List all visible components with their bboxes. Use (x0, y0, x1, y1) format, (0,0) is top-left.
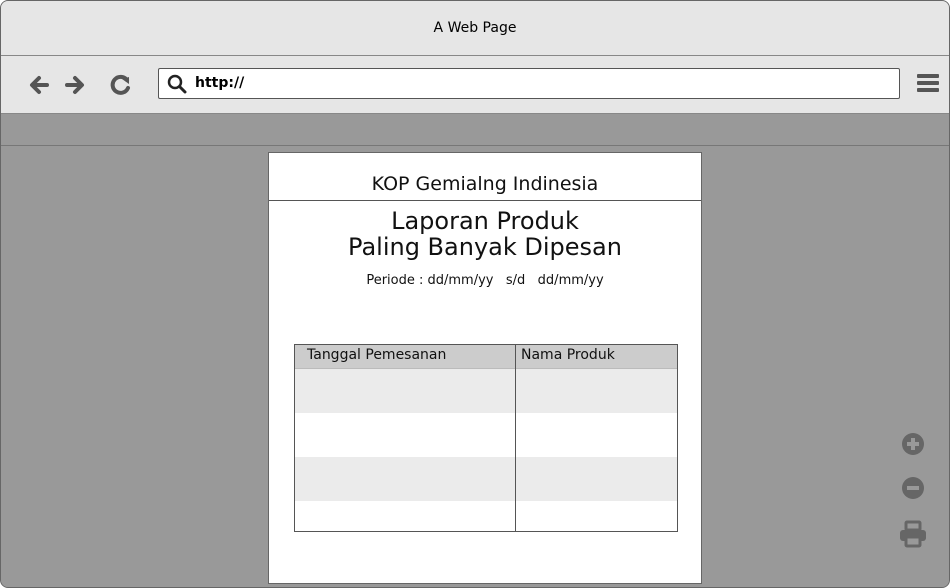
zoom-in-icon[interactable] (901, 432, 925, 456)
content-area: KOP Gemialng Indinesia Laporan Produk Pa… (1, 146, 949, 587)
table-row (295, 413, 677, 435)
table-row (295, 369, 677, 391)
url-text: http:// (195, 75, 245, 91)
column-divider (515, 345, 516, 531)
title-bar: A Web Page (1, 1, 949, 56)
arrow-right-icon[interactable] (63, 73, 87, 97)
table-header: Tanggal Pemesanan Nama Produk (295, 345, 677, 369)
search-icon (167, 74, 187, 94)
table-row (295, 501, 677, 523)
hamburger-menu-icon[interactable] (915, 70, 941, 96)
table-row (295, 479, 677, 501)
column-header-tanggal: Tanggal Pemesanan (307, 347, 447, 363)
column-header-nama-produk: Nama Produk (521, 347, 615, 363)
report-title-line1: Laporan Produk (391, 207, 579, 235)
report-letterhead: KOP Gemialng Indinesia (371, 173, 599, 195)
browser-window: A Web Page http:// KOP Gemialng Indinesi… (0, 0, 950, 588)
report-table: Tanggal Pemesanan Nama Produk (294, 344, 678, 532)
table-row (295, 435, 677, 457)
print-icon[interactable] (899, 520, 927, 548)
navigation-bar: http:// (1, 56, 949, 114)
window-title: A Web Page (433, 20, 517, 36)
address-bar[interactable]: http:// (158, 68, 900, 99)
report-title-line2: Paling Banyak Dipesan (348, 233, 622, 261)
report-page: KOP Gemialng Indinesia Laporan Produk Pa… (268, 152, 702, 584)
zoom-out-icon[interactable] (901, 476, 925, 500)
report-period: Periode : dd/mm/yy s/d dd/mm/yy (366, 273, 604, 288)
reload-icon[interactable] (109, 73, 133, 97)
letterhead-divider (269, 200, 701, 201)
table-row (295, 391, 677, 413)
arrow-left-icon[interactable] (27, 73, 51, 97)
secondary-toolbar (1, 114, 949, 146)
table-row (295, 457, 677, 479)
